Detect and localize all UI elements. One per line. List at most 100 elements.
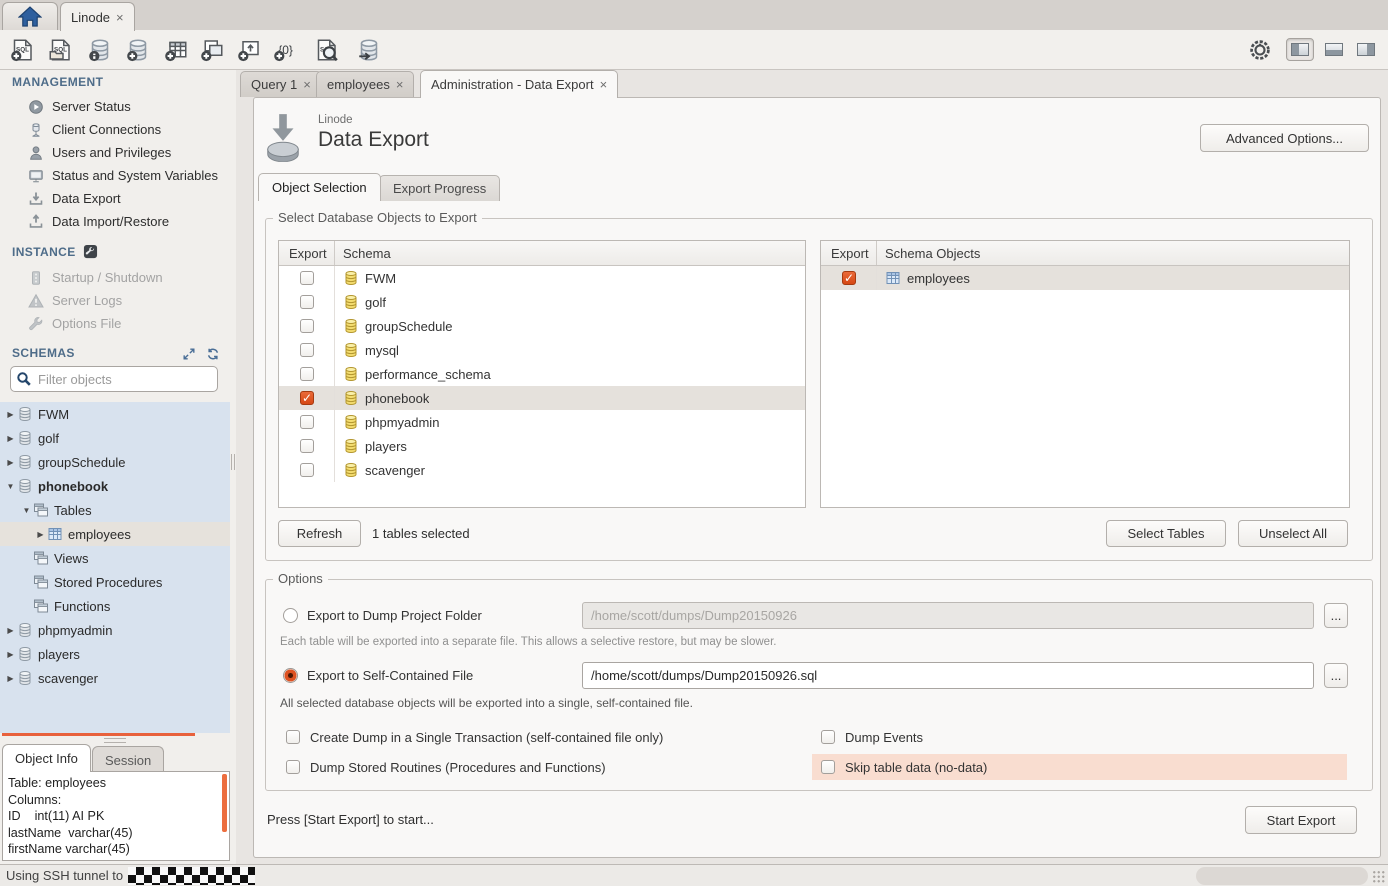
checkbox-label[interactable]: Create Dump in a Single Transaction (sel… bbox=[310, 730, 663, 745]
close-icon[interactable]: × bbox=[116, 11, 124, 24]
tree-scroll-indicator[interactable] bbox=[2, 733, 195, 736]
toggle-right-panel-button[interactable] bbox=[1352, 38, 1380, 61]
create-table-icon[interactable] bbox=[162, 37, 190, 63]
search-table-data-icon[interactable] bbox=[312, 37, 340, 63]
reconnect-dbms-icon[interactable] bbox=[355, 37, 383, 63]
export-checkbox[interactable] bbox=[300, 319, 314, 333]
sidebar-item-server-status[interactable]: Server Status bbox=[0, 95, 230, 118]
sidebar-item-data-export[interactable]: Data Export bbox=[0, 187, 230, 210]
dump-folder-radio[interactable] bbox=[283, 608, 298, 623]
table-row[interactable]: mysql bbox=[279, 338, 805, 362]
export-checkbox[interactable] bbox=[300, 295, 314, 309]
column-header-export[interactable]: Export bbox=[279, 241, 335, 265]
self-contained-radio[interactable] bbox=[283, 668, 298, 683]
table-row[interactable]: groupSchedule bbox=[279, 314, 805, 338]
tree-item-groupschedule[interactable]: groupSchedule bbox=[0, 450, 230, 474]
export-checkbox[interactable] bbox=[842, 271, 856, 285]
table-row[interactable]: players bbox=[279, 434, 805, 458]
column-header-schema-objects[interactable]: Schema Objects bbox=[877, 246, 980, 261]
column-header-export[interactable]: Export bbox=[821, 241, 877, 265]
table-row[interactable]: phonebook bbox=[279, 386, 805, 410]
sidebar-item-users-privileges[interactable]: Users and Privileges bbox=[0, 141, 230, 164]
dump-events-checkbox[interactable] bbox=[821, 730, 835, 744]
tree-item-phpmyadmin[interactable]: phpmyadmin bbox=[0, 618, 230, 642]
export-checkbox[interactable] bbox=[300, 367, 314, 381]
checkbox-label[interactable]: Dump Stored Routines (Procedures and Fun… bbox=[310, 760, 606, 775]
refresh-button[interactable]: Refresh bbox=[278, 520, 361, 547]
tree-item-functions[interactable]: Functions bbox=[0, 594, 230, 618]
table-row[interactable]: phpmyadmin bbox=[279, 410, 805, 434]
toggle-bottom-panel-button[interactable] bbox=[1320, 38, 1348, 61]
sidebar-item-data-import[interactable]: Data Import/Restore bbox=[0, 210, 230, 233]
chevron-right-icon[interactable] bbox=[4, 410, 17, 419]
tab-query-1[interactable]: Query 1× bbox=[240, 71, 322, 97]
tree-item-fwm[interactable]: FWM bbox=[0, 402, 230, 426]
create-schema-icon[interactable] bbox=[124, 37, 152, 63]
new-sql-tab-icon[interactable] bbox=[8, 37, 36, 63]
chevron-right-icon[interactable] bbox=[4, 434, 17, 443]
chevron-down-icon[interactable] bbox=[20, 506, 33, 515]
export-checkbox[interactable] bbox=[300, 271, 314, 285]
start-export-button[interactable]: Start Export bbox=[1245, 806, 1357, 834]
table-row[interactable]: FWM bbox=[279, 266, 805, 290]
table-row[interactable]: golf bbox=[279, 290, 805, 314]
tree-item-stored-procedures[interactable]: Stored Procedures bbox=[0, 570, 230, 594]
create-view-icon[interactable] bbox=[198, 37, 226, 63]
export-checkbox[interactable] bbox=[300, 463, 314, 477]
dump-stored-routines-checkbox[interactable] bbox=[286, 760, 300, 774]
close-icon[interactable]: × bbox=[396, 78, 404, 91]
filter-objects-input[interactable] bbox=[10, 366, 218, 392]
tab-employees[interactable]: employees× bbox=[316, 71, 414, 97]
open-sql-script-icon[interactable] bbox=[46, 37, 74, 63]
single-transaction-checkbox[interactable] bbox=[286, 730, 300, 744]
vertical-scrollbar[interactable] bbox=[222, 774, 227, 832]
sidebar-item-status-system-variables[interactable]: Status and System Variables bbox=[0, 164, 230, 187]
export-checkbox[interactable] bbox=[300, 391, 314, 405]
connection-tab[interactable]: Linode × bbox=[60, 2, 135, 31]
home-tab[interactable] bbox=[2, 2, 58, 30]
table-row[interactable]: employees bbox=[821, 266, 1349, 290]
create-function-icon[interactable] bbox=[271, 37, 299, 63]
export-checkbox[interactable] bbox=[300, 343, 314, 357]
tab-session[interactable]: Session bbox=[92, 746, 164, 773]
self-contained-path-input[interactable] bbox=[582, 662, 1314, 689]
horizontal-splitter-grip[interactable] bbox=[104, 738, 126, 743]
toggle-left-panel-button[interactable] bbox=[1286, 38, 1314, 61]
select-tables-button[interactable]: Select Tables bbox=[1106, 520, 1226, 547]
tab-administration-data-export[interactable]: Administration - Data Export× bbox=[420, 70, 618, 98]
checkbox-label[interactable]: Skip table data (no-data) bbox=[845, 760, 987, 775]
refresh-schemas-icon[interactable] bbox=[206, 347, 220, 361]
tab-object-info[interactable]: Object Info bbox=[2, 744, 91, 772]
tree-item-golf[interactable]: golf bbox=[0, 426, 230, 450]
tree-item-tables[interactable]: Tables bbox=[0, 498, 230, 522]
browse-folder-button[interactable]: ... bbox=[1324, 603, 1348, 628]
schema-inspector-icon[interactable] bbox=[86, 37, 114, 63]
dump-folder-path-input[interactable] bbox=[582, 602, 1314, 629]
horizontal-scrollbar[interactable] bbox=[1196, 867, 1368, 885]
chevron-right-icon[interactable] bbox=[4, 458, 17, 467]
tree-item-views[interactable]: Views bbox=[0, 546, 230, 570]
tree-item-employees[interactable]: employees bbox=[0, 522, 230, 546]
tree-item-scavenger[interactable]: scavenger bbox=[0, 666, 230, 690]
browse-file-button[interactable]: ... bbox=[1324, 663, 1348, 688]
window-resize-grip[interactable] bbox=[1372, 870, 1386, 884]
sidebar-item-server-logs[interactable]: Server Logs bbox=[0, 289, 230, 312]
table-row[interactable]: scavenger bbox=[279, 458, 805, 482]
checkbox-label[interactable]: Dump Events bbox=[845, 730, 923, 745]
expand-schemas-icon[interactable] bbox=[182, 347, 196, 361]
sidebar-item-options-file[interactable]: Options File bbox=[0, 312, 230, 335]
tree-item-phonebook[interactable]: phonebook bbox=[0, 474, 230, 498]
sidebar-item-startup-shutdown[interactable]: Startup / Shutdown bbox=[0, 266, 230, 289]
chevron-right-icon[interactable] bbox=[4, 650, 17, 659]
tree-item-players[interactable]: players bbox=[0, 642, 230, 666]
create-procedure-icon[interactable] bbox=[235, 37, 263, 63]
self-contained-label[interactable]: Export to Self-Contained File bbox=[307, 668, 473, 683]
export-checkbox[interactable] bbox=[300, 415, 314, 429]
close-icon[interactable]: × bbox=[600, 78, 608, 91]
tab-object-selection[interactable]: Object Selection bbox=[258, 173, 381, 201]
unselect-all-button[interactable]: Unselect All bbox=[1238, 520, 1348, 547]
tab-export-progress[interactable]: Export Progress bbox=[379, 175, 500, 201]
close-icon[interactable]: × bbox=[303, 78, 311, 91]
sidebar-item-client-connections[interactable]: Client Connections bbox=[0, 118, 230, 141]
preferences-gear-icon[interactable] bbox=[1246, 37, 1274, 63]
